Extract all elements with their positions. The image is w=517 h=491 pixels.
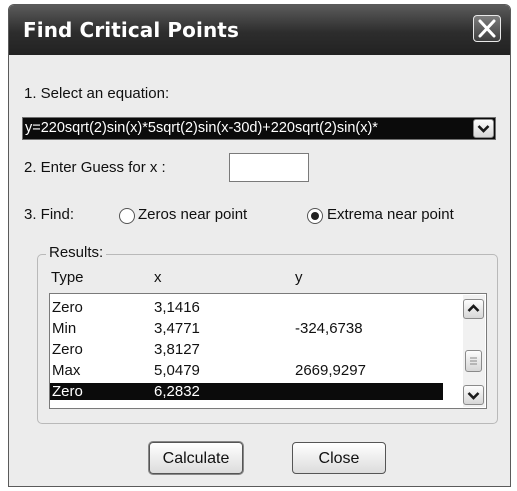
equation-select-value: y=220sqrt(2)sin(x)*5sqrt(2)sin(x-30d)+22… xyxy=(25,120,378,136)
equation-select[interactable]: y=220sqrt(2)sin(x)*5sqrt(2)sin(x-30d)+22… xyxy=(22,117,496,140)
close-icon xyxy=(478,19,496,38)
guess-x-input[interactable] xyxy=(229,153,309,182)
zeros-radio-label[interactable]: Zeros near point xyxy=(138,206,247,223)
equation-dropdown-button[interactable] xyxy=(473,119,494,138)
results-scrollbar[interactable] xyxy=(463,295,485,407)
row-type: Min xyxy=(52,320,77,337)
zeros-radio[interactable] xyxy=(119,208,135,224)
row-type: Zero xyxy=(52,383,83,400)
results-list[interactable]: Zero 3,1416 Min 3,4771 -324,6738 Zero 3,… xyxy=(49,293,487,409)
column-header-x: x xyxy=(154,269,162,286)
results-row[interactable]: Zero 3,8127 xyxy=(50,341,443,358)
row-y: -324,6738 xyxy=(295,320,363,337)
title-bar[interactable]: Find Critical Points xyxy=(9,5,510,55)
results-row-selected[interactable]: Zero 6,2832 xyxy=(50,383,443,400)
scroll-thumb[interactable] xyxy=(465,350,482,372)
column-header-type: Type xyxy=(51,269,84,286)
extrema-radio[interactable] xyxy=(307,208,323,224)
row-type: Zero xyxy=(52,299,83,316)
row-x: 3,1416 xyxy=(154,299,200,316)
scroll-up-button[interactable] xyxy=(463,299,484,319)
row-type: Max xyxy=(52,362,81,379)
find-critical-points-dialog: Find Critical Points 1. Select an equati… xyxy=(8,4,511,487)
scroll-down-button[interactable] xyxy=(463,385,484,405)
row-type: Zero xyxy=(52,341,83,358)
extrema-radio-label[interactable]: Extrema near point xyxy=(327,206,454,223)
radio-selected-dot xyxy=(311,212,319,220)
select-equation-label: 1. Select an equation: xyxy=(24,85,170,102)
row-x: 3,8127 xyxy=(154,341,200,358)
close-window-button[interactable] xyxy=(473,15,501,42)
row-y: 2669,9297 xyxy=(295,362,366,379)
chevron-down-icon xyxy=(467,392,480,400)
chevron-down-icon xyxy=(477,125,490,133)
chevron-up-icon xyxy=(467,304,480,312)
guess-x-label: 2. Enter Guess for x : xyxy=(24,159,166,176)
results-group-title: Results: xyxy=(46,244,107,261)
calculate-button[interactable]: Calculate xyxy=(149,442,243,474)
dialog-title: Find Critical Points xyxy=(23,18,239,42)
row-x: 5,0479 xyxy=(154,362,200,379)
results-row[interactable]: Min 3,4771 -324,6738 xyxy=(50,320,443,337)
close-button[interactable]: Close xyxy=(292,442,386,474)
results-row[interactable]: Zero 3,1416 xyxy=(50,299,443,316)
column-header-y: y xyxy=(295,269,303,286)
grip-icon xyxy=(470,357,477,365)
row-x: 3,4771 xyxy=(154,320,200,337)
find-label: 3. Find: xyxy=(24,206,75,223)
results-row[interactable]: Max 5,0479 2669,9297 xyxy=(50,362,443,379)
row-x: 6,2832 xyxy=(154,383,200,400)
